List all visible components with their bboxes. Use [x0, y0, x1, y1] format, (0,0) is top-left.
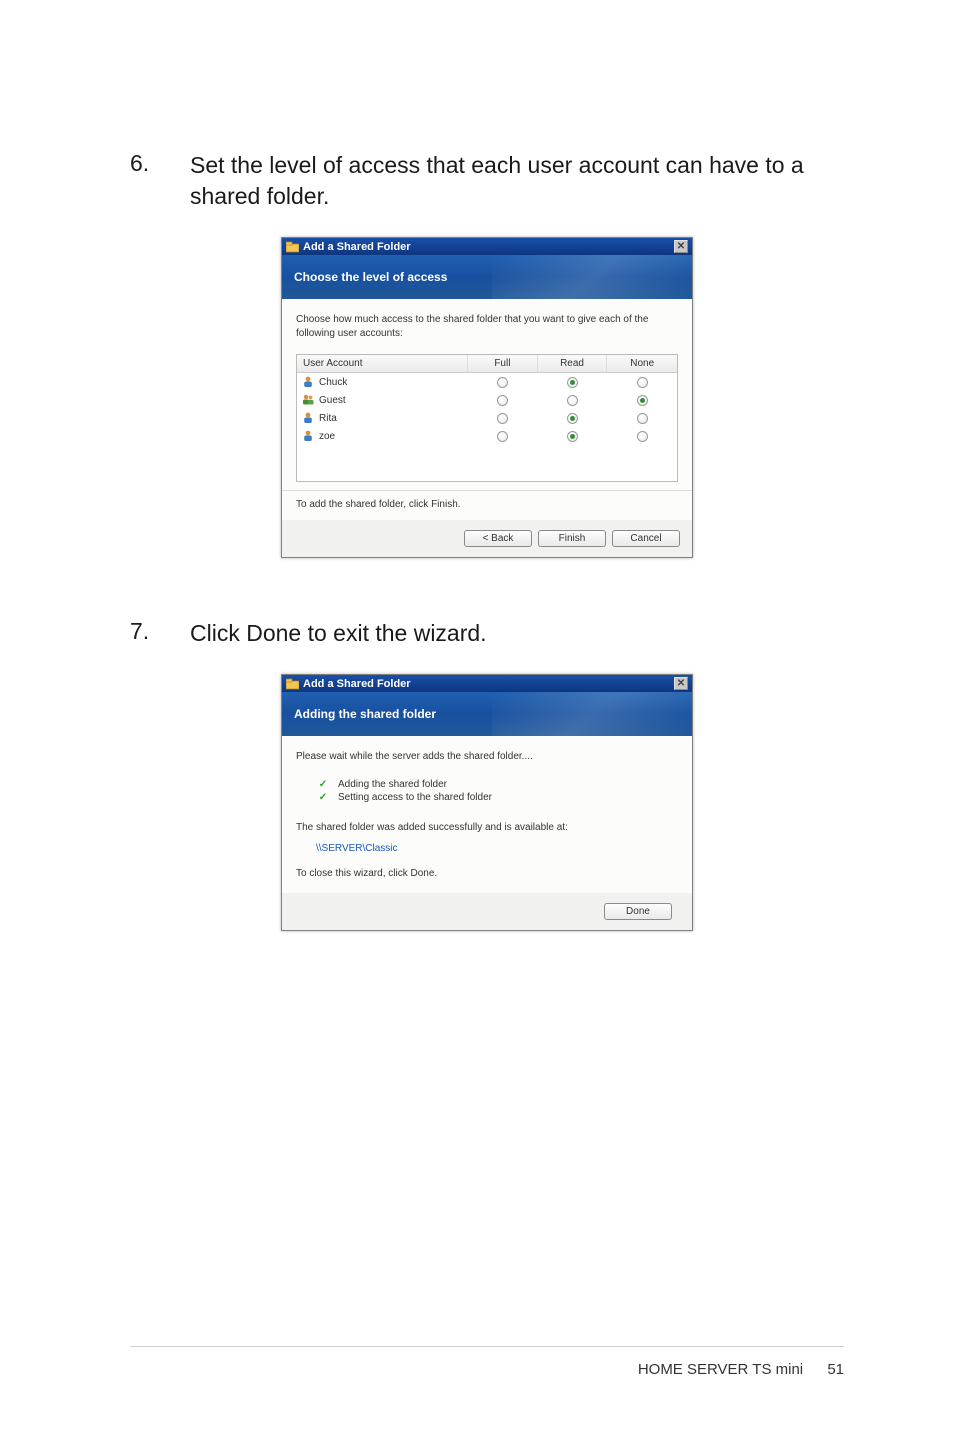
- task-row: ✓ Adding the shared folder: [316, 778, 678, 791]
- done-label: Done: [626, 906, 650, 917]
- back-label: < Back: [483, 533, 514, 544]
- radio-cell: [538, 431, 608, 442]
- col-none: None: [607, 355, 677, 372]
- cancel-button[interactable]: Cancel: [612, 530, 680, 547]
- footer-page: 51: [827, 1361, 844, 1378]
- radio-none[interactable]: [637, 377, 648, 388]
- banner-title: Adding the shared folder: [294, 707, 436, 721]
- col-full: Full: [468, 355, 538, 372]
- page-footer: HOME SERVER TS mini 51: [130, 1346, 844, 1378]
- radio-full[interactable]: [497, 431, 508, 442]
- user-name: Chuck: [319, 377, 347, 388]
- user-icon: [301, 411, 315, 425]
- dialog-title: Add a Shared Folder: [303, 241, 411, 253]
- instruction-text: Choose how much access to the shared fol…: [296, 313, 678, 340]
- radio-cell: [538, 413, 608, 424]
- radio-cell: [607, 377, 677, 388]
- done-button[interactable]: Done: [604, 903, 672, 920]
- folder-icon: [286, 241, 299, 253]
- radio-read[interactable]: [567, 395, 578, 406]
- user-icon: [301, 429, 315, 443]
- radio-cell: [607, 395, 677, 406]
- back-button[interactable]: < Back: [464, 530, 532, 547]
- radio-full[interactable]: [497, 395, 508, 406]
- user-name: Guest: [319, 395, 346, 406]
- folder-icon: [286, 678, 299, 690]
- step-number: 7.: [130, 618, 190, 649]
- task-list: ✓ Adding the shared folder ✓ Setting access…: [316, 778, 678, 804]
- radio-none[interactable]: [637, 431, 648, 442]
- table-row: Rita: [297, 409, 677, 427]
- share-path: \\SERVER\Classic: [316, 843, 678, 854]
- col-read: Read: [538, 355, 608, 372]
- close-instruction: To close this wizard, click Done.: [296, 868, 678, 879]
- radio-read[interactable]: [567, 431, 578, 442]
- dialog-adding-folder: Add a Shared Folder ✕ Adding the shared …: [281, 674, 693, 931]
- please-wait-text: Please wait while the server adds the sh…: [296, 750, 678, 764]
- radio-cell: [468, 431, 538, 442]
- check-icon: ✓: [316, 792, 330, 803]
- radio-cell: [468, 395, 538, 406]
- user-cell: zoe: [297, 428, 468, 444]
- radio-cell: [538, 395, 608, 406]
- user-cell: Chuck: [297, 374, 468, 390]
- dialog-buttons: Done: [282, 893, 692, 930]
- dialog-banner: Choose the level of access: [282, 255, 692, 299]
- col-user-account: User Account: [297, 355, 468, 372]
- task-label: Setting access to the shared folder: [338, 792, 492, 803]
- titlebar: Add a Shared Folder ✕: [282, 238, 692, 255]
- success-block: The shared folder was added successfully…: [296, 822, 678, 879]
- titlebar: Add a Shared Folder ✕: [282, 675, 692, 692]
- footer-label: HOME SERVER TS mini: [638, 1361, 803, 1378]
- check-icon: ✓: [316, 779, 330, 790]
- table-row: Chuck: [297, 373, 677, 391]
- user-icon: [301, 393, 315, 407]
- bottom-instruction: To add the shared folder, click Finish.: [282, 490, 692, 520]
- radio-cell: [607, 431, 677, 442]
- close-button[interactable]: ✕: [674, 240, 688, 253]
- radio-cell: [607, 413, 677, 424]
- table-header: User Account Full Read None: [297, 355, 677, 373]
- task-label: Adding the shared folder: [338, 779, 447, 790]
- dialog-banner: Adding the shared folder: [282, 692, 692, 736]
- table-row: zoe: [297, 427, 677, 445]
- dialog-title: Add a Shared Folder: [303, 678, 411, 690]
- radio-read[interactable]: [567, 413, 578, 424]
- dialog-body: Choose how much access to the shared fol…: [282, 299, 692, 490]
- task-row: ✓ Setting access to the shared folder: [316, 791, 678, 804]
- access-table: User Account Full Read None Chuck Guest Ri…: [296, 354, 678, 482]
- radio-cell: [468, 413, 538, 424]
- step-text: Set the level of access that each user a…: [190, 150, 844, 212]
- table-row: Guest: [297, 391, 677, 409]
- radio-read[interactable]: [567, 377, 578, 388]
- user-cell: Guest: [297, 392, 468, 408]
- radio-full[interactable]: [497, 413, 508, 424]
- radio-full[interactable]: [497, 377, 508, 388]
- step-number: 6.: [130, 150, 190, 212]
- close-button[interactable]: ✕: [674, 677, 688, 690]
- cancel-label: Cancel: [630, 533, 661, 544]
- success-text: The shared folder was added successfully…: [296, 822, 678, 833]
- step-7: 7. Click Done to exit the wizard.: [130, 618, 844, 649]
- radio-none[interactable]: [637, 413, 648, 424]
- user-icon: [301, 375, 315, 389]
- user-cell: Rita: [297, 410, 468, 426]
- dialog-body: Please wait while the server adds the sh…: [282, 736, 692, 893]
- banner-title: Choose the level of access: [294, 270, 447, 284]
- user-name: zoe: [319, 431, 335, 442]
- step-6: 6. Set the level of access that each use…: [130, 150, 844, 212]
- dialog-buttons: < Back Finish Cancel: [282, 520, 692, 557]
- table-body: Chuck Guest Rita zoe: [297, 373, 677, 481]
- finish-label: Finish: [559, 533, 586, 544]
- finish-button[interactable]: Finish: [538, 530, 606, 547]
- step-text: Click Done to exit the wizard.: [190, 618, 844, 649]
- radio-cell: [538, 377, 608, 388]
- radio-none[interactable]: [637, 395, 648, 406]
- radio-cell: [468, 377, 538, 388]
- dialog-access-level: Add a Shared Folder ✕ Choose the level o…: [281, 237, 693, 558]
- user-name: Rita: [319, 413, 337, 424]
